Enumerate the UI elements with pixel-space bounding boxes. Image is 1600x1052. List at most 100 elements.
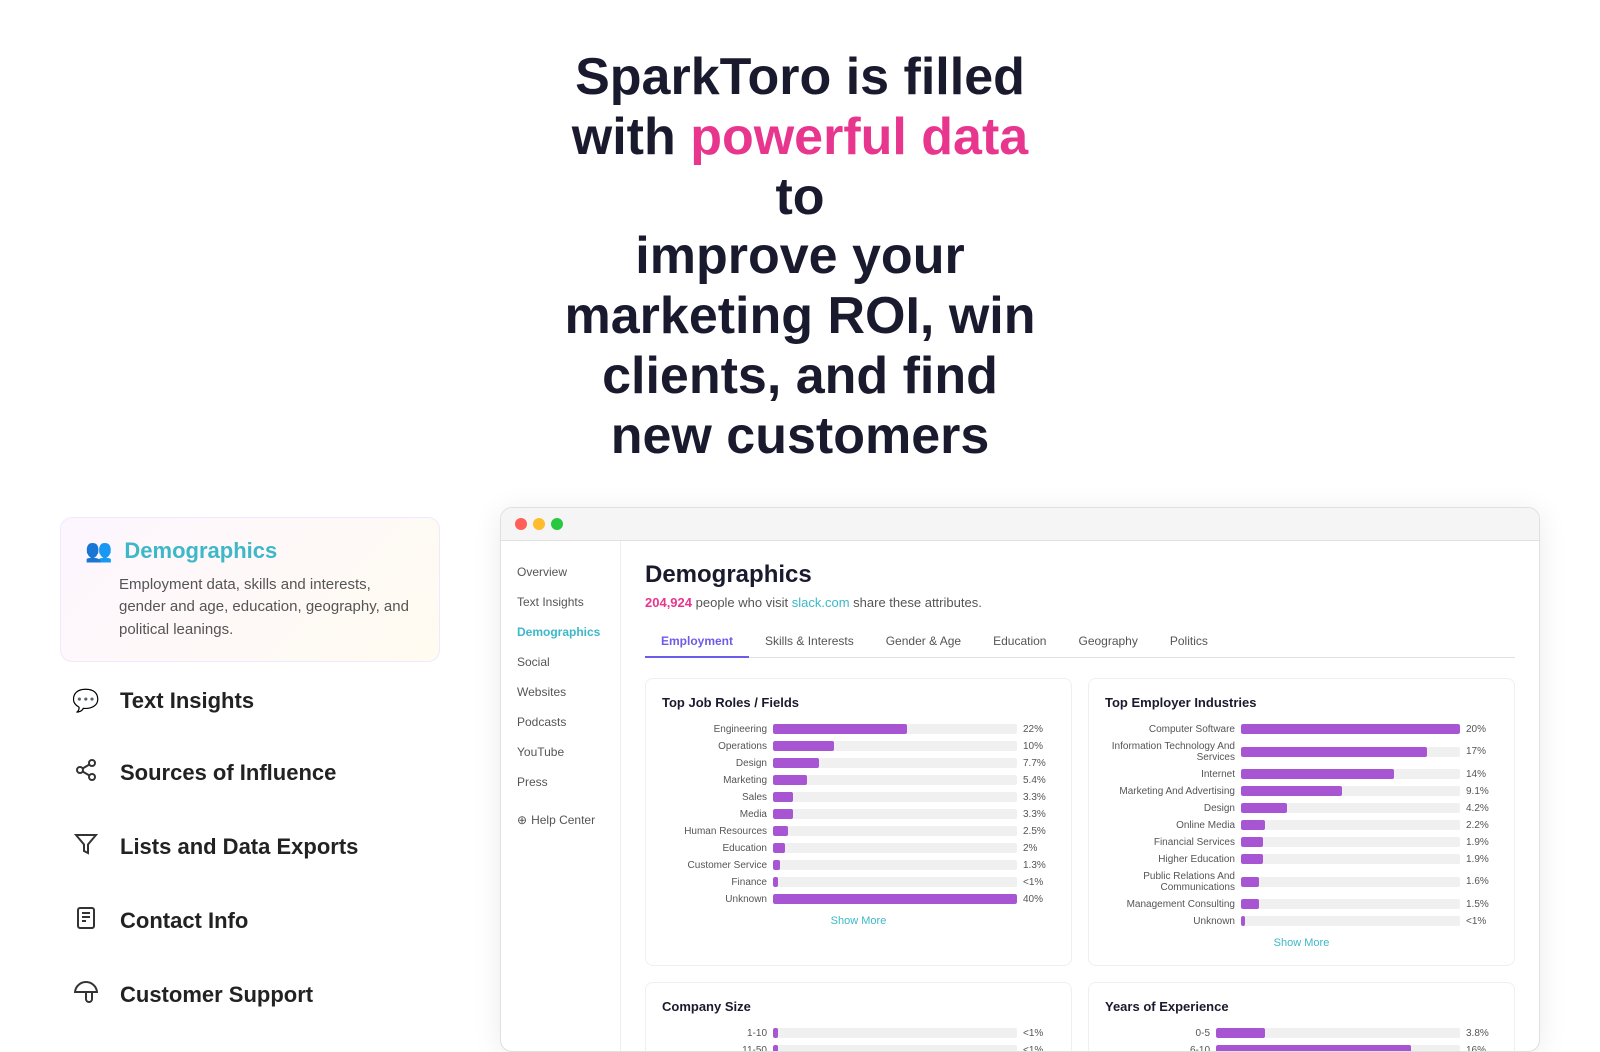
nav-demographics[interactable]: Demographics bbox=[501, 617, 620, 647]
job-roles-title: Top Job Roles / Fields bbox=[662, 695, 1055, 710]
help-icon: ⊕ bbox=[517, 813, 527, 827]
company-size-title: Company Size bbox=[662, 999, 1055, 1014]
nav-help[interactable]: ⊕ Help Center bbox=[501, 805, 620, 835]
years-experience-chart: Years of Experience 0-5 3.8% 6-10 16% bbox=[1088, 982, 1515, 1051]
bar-hr: Human Resources 2.5% bbox=[662, 826, 1055, 837]
bar-track bbox=[773, 894, 1017, 904]
nav-press[interactable]: Press bbox=[501, 767, 620, 797]
employer-industries-show-more[interactable]: Show More bbox=[1105, 937, 1498, 949]
bar-label: Media bbox=[662, 809, 767, 820]
bar-label: Unknown bbox=[1105, 916, 1235, 927]
bar-value: 5.4% bbox=[1023, 775, 1055, 786]
years-experience-title: Years of Experience bbox=[1105, 999, 1498, 1014]
bar-track bbox=[1241, 820, 1460, 830]
app-mockup: Overview Text Insights Demographics Soci… bbox=[500, 507, 1540, 1052]
bar-label: Design bbox=[1105, 803, 1235, 814]
employer-industries-chart: Top Employer Industries Computer Softwar… bbox=[1088, 678, 1515, 966]
sidebar-item-lists[interactable]: Lists and Data Exports bbox=[60, 814, 440, 880]
bar-value: 14% bbox=[1466, 769, 1498, 780]
employer-industries-title: Top Employer Industries bbox=[1105, 695, 1498, 710]
nav-websites[interactable]: Websites bbox=[501, 677, 620, 707]
bar-track bbox=[773, 1045, 1017, 1051]
bar-track bbox=[773, 758, 1017, 768]
bar-track bbox=[1241, 769, 1460, 779]
bar-label: Information Technology And Services bbox=[1105, 741, 1235, 763]
bar-track bbox=[773, 809, 1017, 819]
hero-line2: improve your marketing ROI, win bbox=[565, 227, 1036, 345]
hero-accent: powerful data bbox=[690, 108, 1028, 166]
bar-track bbox=[773, 877, 1017, 887]
bar-label: Operations bbox=[662, 741, 767, 752]
bar-label: 1-10 bbox=[662, 1028, 767, 1039]
demographics-card[interactable]: 👥 Demographics Employment data, skills a… bbox=[60, 517, 440, 663]
bar-mgmt-consulting: Management Consulting 1.5% bbox=[1105, 899, 1498, 910]
bar-label: Marketing bbox=[662, 775, 767, 786]
window-minimize-dot bbox=[533, 518, 545, 530]
sidebar-item-contact[interactable]: Contact Info bbox=[60, 888, 440, 954]
tabs-row: Employment Skills & Interests Gender & A… bbox=[645, 626, 1515, 658]
bar-size-11-50: 11-50 <1% bbox=[662, 1045, 1055, 1051]
bar-internet: Internet 14% bbox=[1105, 769, 1498, 780]
tab-skills[interactable]: Skills & Interests bbox=[749, 626, 870, 658]
bar-media: Media 3.3% bbox=[662, 809, 1055, 820]
bar-track bbox=[1241, 916, 1460, 926]
bar-label: 0-5 bbox=[1105, 1028, 1210, 1039]
help-label: Help Center bbox=[531, 813, 595, 827]
nav-text-insights[interactable]: Text Insights bbox=[501, 587, 620, 617]
bar-track bbox=[773, 724, 1017, 734]
hero-text-after: to bbox=[775, 168, 824, 226]
bar-value: 16% bbox=[1466, 1045, 1498, 1051]
bar-label: 6-10 bbox=[1105, 1045, 1210, 1051]
sidebar-item-sources[interactable]: Sources of Influence bbox=[60, 740, 440, 806]
bar-track bbox=[773, 860, 1017, 870]
bar-label: Human Resources bbox=[662, 826, 767, 837]
tab-geography[interactable]: Geography bbox=[1062, 626, 1153, 658]
tab-employment[interactable]: Employment bbox=[645, 626, 749, 658]
tab-gender-age[interactable]: Gender & Age bbox=[870, 626, 977, 658]
bottom-section: 👥 Demographics Employment data, skills a… bbox=[0, 507, 1600, 1052]
nav-podcasts[interactable]: Podcasts bbox=[501, 707, 620, 737]
bar-financial: Financial Services 1.9% bbox=[1105, 837, 1498, 848]
support-icon bbox=[72, 980, 100, 1010]
bar-track bbox=[1241, 899, 1460, 909]
bar-education: Education 2% bbox=[662, 843, 1055, 854]
job-roles-chart: Top Job Roles / Fields Engineering 22% O… bbox=[645, 678, 1072, 966]
nav-overview[interactable]: Overview bbox=[501, 557, 620, 587]
lists-icon bbox=[72, 832, 100, 862]
bar-label: Sales bbox=[662, 792, 767, 803]
bar-label: Computer Software bbox=[1105, 724, 1235, 735]
hero-heading: SparkToro is filled with powerful data t… bbox=[550, 48, 1050, 467]
bar-label: Management Consulting bbox=[1105, 899, 1235, 910]
bar-track bbox=[1241, 877, 1460, 887]
bar-comp-software: Computer Software 20% bbox=[1105, 724, 1498, 735]
tab-education[interactable]: Education bbox=[977, 626, 1062, 658]
bar-track bbox=[1216, 1045, 1460, 1051]
text-insights-label: Text Insights bbox=[120, 688, 254, 714]
bar-label: Design bbox=[662, 758, 767, 769]
demographics-title: Demographics bbox=[124, 538, 277, 564]
bar-value: 10% bbox=[1023, 741, 1055, 752]
bar-label: Public Relations And Communications bbox=[1105, 871, 1235, 893]
bar-track bbox=[1216, 1028, 1460, 1038]
bar-exp-0-5: 0-5 3.8% bbox=[1105, 1028, 1498, 1039]
bar-track bbox=[1241, 724, 1460, 734]
bar-unknown: Unknown 40% bbox=[662, 894, 1055, 905]
bar-online-media: Online Media 2.2% bbox=[1105, 820, 1498, 831]
subtitle-link[interactable]: slack.com bbox=[792, 595, 850, 610]
bar-value: 9.1% bbox=[1466, 786, 1498, 797]
bar-value: 1.5% bbox=[1466, 899, 1498, 910]
bar-value: 2% bbox=[1023, 843, 1055, 854]
sidebar-item-support[interactable]: Customer Support bbox=[60, 962, 440, 1028]
sidebar-item-text-insights[interactable]: 💬 Text Insights bbox=[60, 670, 440, 732]
tab-politics[interactable]: Politics bbox=[1154, 626, 1224, 658]
bar-design-ind: Design 4.2% bbox=[1105, 803, 1498, 814]
bar-value: 3.8% bbox=[1466, 1028, 1498, 1039]
bar-value: 3.3% bbox=[1023, 792, 1055, 803]
card-header: 👥 Demographics bbox=[85, 538, 415, 564]
job-roles-show-more[interactable]: Show More bbox=[662, 915, 1055, 927]
nav-social[interactable]: Social bbox=[501, 647, 620, 677]
charts-grid: Top Job Roles / Fields Engineering 22% O… bbox=[645, 678, 1515, 1051]
nav-youtube[interactable]: YouTube bbox=[501, 737, 620, 767]
company-size-chart: Company Size 1-10 <1% 11-50 <1% bbox=[645, 982, 1072, 1051]
window-chrome bbox=[501, 508, 1539, 541]
